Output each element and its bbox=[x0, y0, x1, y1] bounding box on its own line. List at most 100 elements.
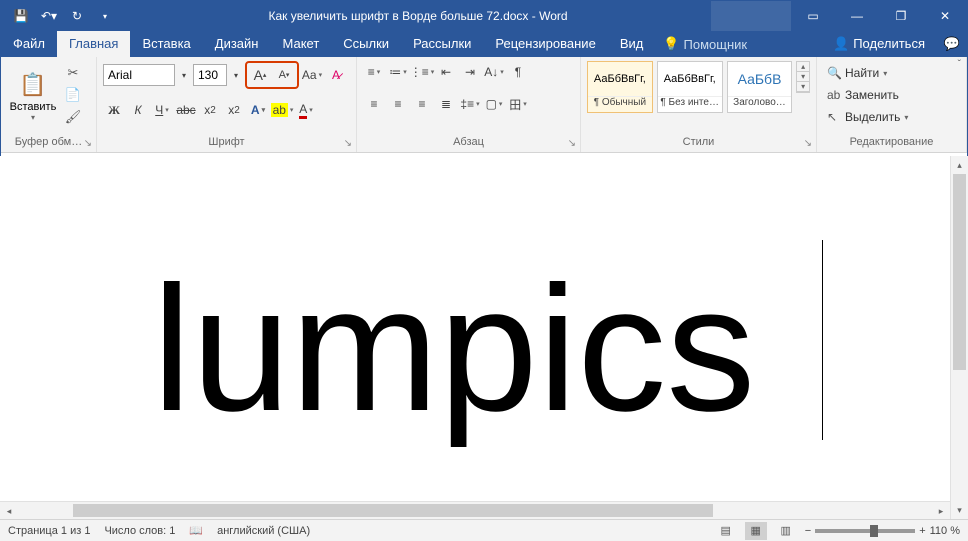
tab-view[interactable]: Вид bbox=[608, 31, 656, 57]
tab-design[interactable]: Дизайн bbox=[203, 31, 271, 57]
clipboard-launcher-icon[interactable]: ↘ bbox=[84, 136, 92, 152]
hscroll-thumb[interactable] bbox=[73, 504, 713, 517]
superscript-icon[interactable]: x2 bbox=[223, 99, 245, 121]
close-icon[interactable]: ✕ bbox=[923, 1, 967, 31]
qat-customize-icon[interactable]: ▾ bbox=[95, 12, 115, 21]
font-name-input[interactable] bbox=[103, 64, 175, 86]
text-effects-icon[interactable]: A bbox=[247, 99, 269, 121]
ribbon: ˇ 📋 Вставить ▾ ✂ 📄 🖌 Буфер обм…↘ ▾ ▾ A▴ bbox=[1, 57, 967, 153]
zoom-level[interactable]: 110 % bbox=[930, 525, 960, 537]
find-button[interactable]: 🔍Найти ▾ bbox=[823, 63, 891, 83]
undo-icon[interactable]: ↶▾ bbox=[39, 9, 59, 23]
web-layout-icon[interactable]: ▥ bbox=[775, 522, 797, 540]
language-indicator[interactable]: английский (США) bbox=[217, 525, 310, 537]
tab-insert[interactable]: Вставка bbox=[130, 31, 202, 57]
scroll-right-icon[interactable]: ▸ bbox=[932, 502, 950, 519]
share-button[interactable]: 👤 Поделиться bbox=[821, 36, 937, 52]
font-name-dd-icon[interactable]: ▾ bbox=[177, 64, 191, 86]
zoom-in-icon[interactable]: + bbox=[919, 525, 925, 537]
font-size-dd-icon[interactable]: ▾ bbox=[229, 64, 243, 86]
clipboard-icon: 📋 bbox=[19, 69, 46, 101]
indent-dec-icon[interactable]: ⇤ bbox=[435, 61, 457, 83]
font-size-input[interactable] bbox=[193, 64, 227, 86]
scroll-down-icon[interactable]: ▾ bbox=[951, 501, 968, 519]
select-button[interactable]: ↖Выделить ▾ bbox=[823, 107, 912, 127]
zoom-out-icon[interactable]: − bbox=[805, 525, 811, 537]
zoom-control: − + 110 % bbox=[805, 525, 960, 537]
show-marks-icon[interactable]: ¶ bbox=[507, 61, 529, 83]
horizontal-scrollbar[interactable]: ◂ ▸ bbox=[0, 501, 950, 519]
save-icon[interactable]: 💾 bbox=[11, 9, 31, 23]
account-button[interactable] bbox=[711, 1, 791, 31]
scroll-left-icon[interactable]: ◂ bbox=[0, 502, 18, 519]
grow-font-icon[interactable]: A▴ bbox=[249, 64, 271, 86]
styles-up-icon[interactable]: ▴ bbox=[797, 62, 809, 72]
vscroll-thumb[interactable] bbox=[953, 174, 966, 370]
styles-down-icon[interactable]: ▾ bbox=[797, 72, 809, 82]
ribbon-options-icon[interactable]: ▭ bbox=[791, 1, 835, 31]
align-left-icon[interactable]: ≡ bbox=[363, 93, 385, 115]
word-count[interactable]: Число слов: 1 bbox=[104, 525, 175, 537]
proofing-icon[interactable]: 📖 bbox=[189, 524, 203, 537]
numbering-icon[interactable]: ≔ bbox=[387, 61, 409, 83]
document-text[interactable]: lumpics bbox=[152, 260, 755, 438]
cut-icon[interactable]: ✂ bbox=[63, 63, 83, 83]
sort-icon[interactable]: A↓ bbox=[483, 61, 505, 83]
highlight-icon[interactable]: ab bbox=[271, 99, 293, 121]
bold-icon[interactable]: Ж bbox=[103, 99, 125, 121]
read-mode-icon[interactable]: ▤ bbox=[715, 522, 737, 540]
tell-me[interactable]: 💡 Помощник bbox=[655, 31, 755, 57]
vertical-scrollbar[interactable]: ▴ ▾ bbox=[950, 156, 968, 519]
tab-references[interactable]: Ссылки bbox=[331, 31, 401, 57]
page[interactable]: lumpics bbox=[44, 180, 914, 519]
multilevel-icon[interactable]: ⋮≡ bbox=[411, 61, 433, 83]
page-indicator[interactable]: Страница 1 из 1 bbox=[8, 525, 90, 537]
scroll-up-icon[interactable]: ▴ bbox=[951, 156, 968, 174]
shading-icon[interactable]: ▢ bbox=[483, 93, 505, 115]
tab-mailings[interactable]: Рассылки bbox=[401, 31, 483, 57]
shrink-font-icon[interactable]: A▾ bbox=[273, 64, 295, 86]
paste-button[interactable]: 📋 Вставить ▾ bbox=[7, 61, 59, 129]
zoom-slider[interactable] bbox=[815, 529, 915, 533]
restore-icon[interactable]: ❐ bbox=[879, 1, 923, 31]
copy-icon[interactable]: 📄 bbox=[63, 85, 83, 105]
justify-icon[interactable]: ≣ bbox=[435, 93, 457, 115]
style-heading1[interactable]: АаБбВ Заголово… bbox=[727, 61, 793, 113]
bullets-icon[interactable]: ≡ bbox=[363, 61, 385, 83]
font-launcher-icon[interactable]: ↘ bbox=[344, 136, 352, 152]
styles-launcher-icon[interactable]: ↘ bbox=[804, 136, 812, 152]
underline-icon[interactable]: Ч bbox=[151, 99, 173, 121]
strike-icon[interactable]: abc bbox=[175, 99, 197, 121]
status-bar: Страница 1 из 1 Число слов: 1 📖 английск… bbox=[0, 519, 968, 541]
italic-icon[interactable]: К bbox=[127, 99, 149, 121]
replace-icon: ab bbox=[827, 88, 841, 102]
collapse-ribbon-icon[interactable]: ˇ bbox=[958, 59, 961, 70]
styles-more-icon[interactable]: ▾ bbox=[797, 82, 809, 92]
redo-icon[interactable]: ↻ bbox=[67, 9, 87, 23]
align-center-icon[interactable]: ≡ bbox=[387, 93, 409, 115]
tab-file[interactable]: Файл bbox=[1, 31, 57, 57]
style-normal[interactable]: АаБбВвГг, ¶ Обычный bbox=[587, 61, 653, 113]
tab-home[interactable]: Главная bbox=[57, 31, 130, 57]
minimize-icon[interactable]: — bbox=[835, 1, 879, 31]
style-no-spacing[interactable]: АаБбВвГг, ¶ Без инте… bbox=[657, 61, 723, 113]
change-case-icon[interactable]: Aa bbox=[301, 64, 323, 86]
clear-format-icon[interactable]: A̷ bbox=[325, 64, 347, 86]
align-right-icon[interactable]: ≡ bbox=[411, 93, 433, 115]
line-spacing-icon[interactable]: ‡≡ bbox=[459, 93, 481, 115]
tab-layout[interactable]: Макет bbox=[270, 31, 331, 57]
paragraph-launcher-icon[interactable]: ↘ bbox=[568, 136, 576, 152]
group-label-font: Шрифт↘ bbox=[97, 134, 356, 152]
font-color-icon[interactable]: A bbox=[295, 99, 317, 121]
group-label-clipboard: Буфер обм…↘ bbox=[1, 134, 96, 152]
borders-icon[interactable]: 田 bbox=[507, 93, 529, 115]
format-painter-icon[interactable]: 🖌 bbox=[63, 107, 83, 127]
search-icon: 🔍 bbox=[827, 66, 841, 80]
print-layout-icon[interactable]: ▦ bbox=[745, 522, 767, 540]
comments-icon[interactable]: 💬 bbox=[937, 36, 967, 52]
zoom-handle[interactable] bbox=[870, 525, 878, 537]
tab-review[interactable]: Рецензирование bbox=[483, 31, 607, 57]
indent-inc-icon[interactable]: ⇥ bbox=[459, 61, 481, 83]
replace-button[interactable]: abЗаменить bbox=[823, 85, 903, 105]
subscript-icon[interactable]: x2 bbox=[199, 99, 221, 121]
